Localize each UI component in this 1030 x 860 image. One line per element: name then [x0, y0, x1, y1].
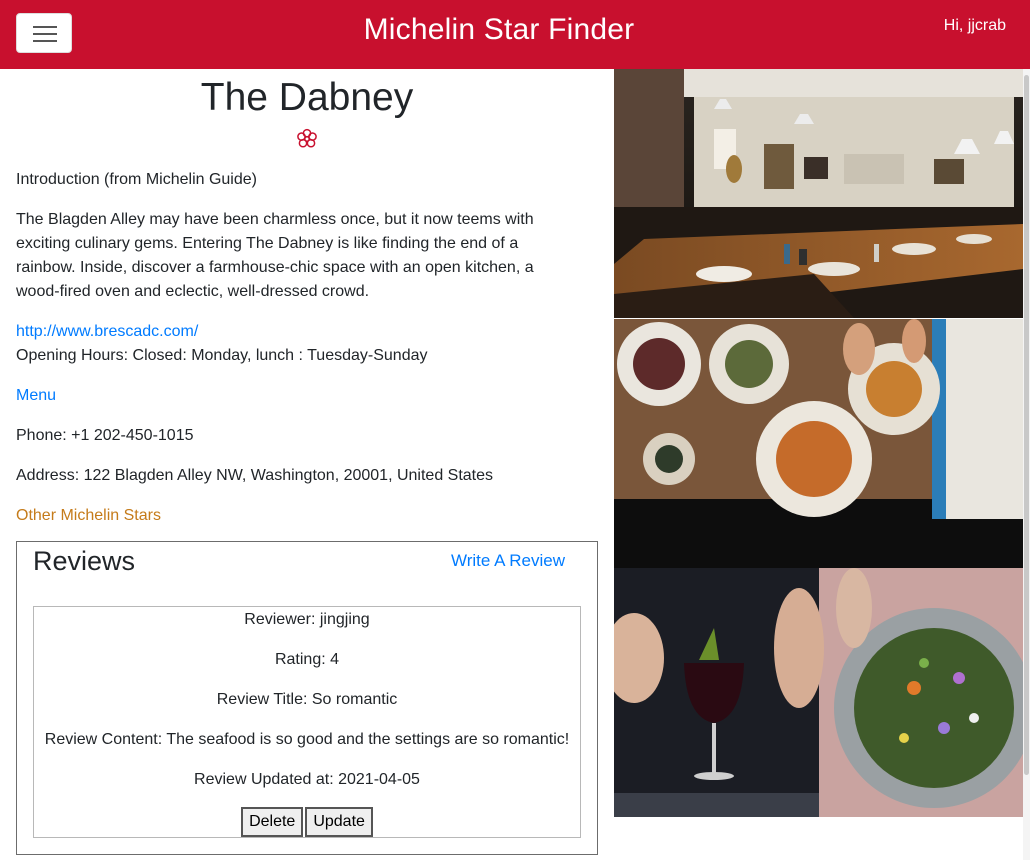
delete-review-button[interactable]: Delete	[241, 807, 304, 837]
restaurant-name: The Dabney	[200, 76, 414, 119]
address: Address: 122 Blagden Alley NW, Washingto…	[16, 467, 494, 484]
review-actions: Delete Update	[34, 807, 580, 837]
website-link[interactable]: http://www.brescadc.com/	[16, 323, 198, 340]
reviewer-name: Reviewer: jingjing	[244, 611, 370, 628]
restaurant-photo-gallery	[614, 69, 1023, 817]
other-michelin-stars-link[interactable]: Other Michelin Stars	[16, 507, 161, 524]
scrollbar-thumb[interactable]	[1024, 75, 1029, 775]
restaurant-details: The Dabney Introduction (from Michelin G…	[16, 69, 598, 528]
user-greeting[interactable]: Hi, jjcrab	[944, 16, 1006, 36]
review-card: Reviewer: jingjing Rating: 4 Review Titl…	[33, 606, 581, 838]
reviews-section: Reviews Write A Review Reviewer: jingjin…	[16, 541, 598, 855]
dining-room-photo	[614, 69, 1023, 318]
navbar: Michelin Star Finder Hi, jjcrab	[0, 0, 1030, 69]
review-content: Review Content: The seafood is so good a…	[44, 731, 570, 748]
dishes-photo	[614, 319, 1023, 568]
review-rating: Rating: 4	[274, 651, 340, 668]
phone-number: Phone: +1 202-450-1015	[16, 427, 194, 444]
review-title: Review Title: So romantic	[216, 691, 398, 708]
restaurant-description: The Blagden Alley may have been charmles…	[16, 211, 534, 300]
reviews-heading: Reviews	[33, 546, 136, 576]
app-title: Michelin Star Finder	[363, 13, 635, 46]
review-updated-date: Review Updated at: 2021-04-05	[194, 771, 420, 788]
michelin-star-row	[16, 128, 598, 154]
intro-label: Introduction (from Michelin Guide)	[16, 171, 257, 188]
write-review-link[interactable]: Write A Review	[451, 550, 565, 572]
cocktail-and-salad-photo	[614, 568, 1023, 817]
update-review-button[interactable]: Update	[305, 807, 373, 837]
menu-link[interactable]: Menu	[16, 387, 56, 404]
page-scrollbar[interactable]	[1023, 69, 1030, 860]
opening-hours: Opening Hours: Closed: Monday, lunch : T…	[16, 347, 428, 364]
michelin-star-icon	[297, 128, 317, 148]
